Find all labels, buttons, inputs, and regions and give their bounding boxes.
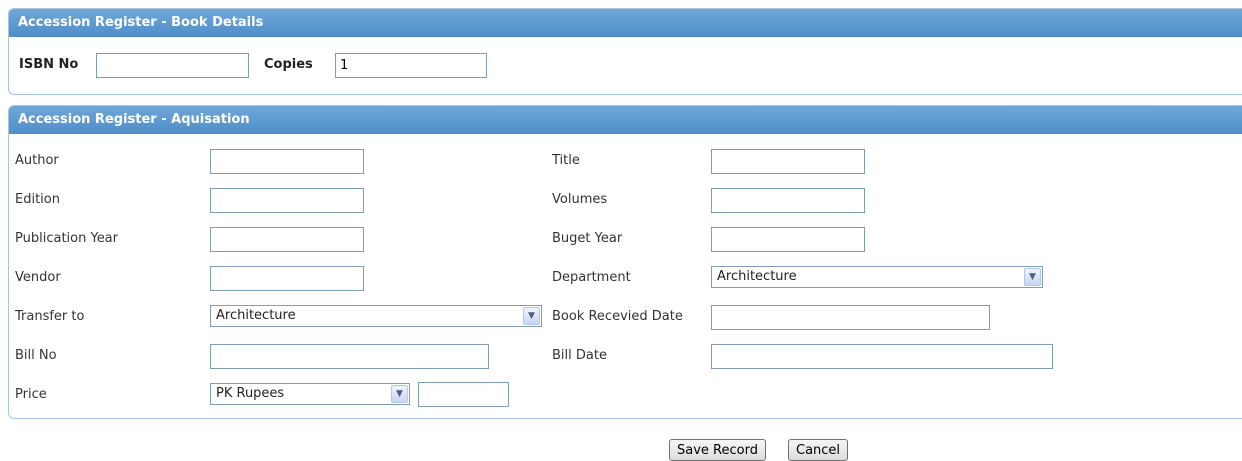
transfer-to-select[interactable]: Architecture ▼ (210, 305, 542, 327)
bill-date-label: Bill Date (552, 348, 607, 363)
book-received-date-label: Book Recevied Date (552, 309, 683, 324)
transfer-to-selected-value: Architecture (216, 308, 296, 323)
budget-year-label: Buget Year (552, 231, 623, 246)
edition-input[interactable] (210, 188, 364, 213)
isbn-label: ISBN No (19, 57, 79, 72)
volumes-input[interactable] (711, 188, 865, 213)
chevron-down-icon[interactable]: ▼ (523, 307, 540, 325)
book-received-date-input[interactable] (711, 305, 990, 330)
edition-label: Edition (15, 192, 60, 207)
price-input[interactable] (418, 382, 509, 407)
department-label: Department (552, 270, 631, 285)
book-details-panel: Accession Register - Book Details (8, 8, 1242, 95)
bill-no-input[interactable] (210, 344, 489, 369)
department-select[interactable]: Architecture ▼ (711, 266, 1043, 288)
save-record-button[interactable]: Save Record (669, 439, 766, 461)
author-input[interactable] (210, 149, 364, 174)
title-input[interactable] (711, 149, 865, 174)
acquisition-header: Accession Register - Aquisation (9, 106, 1242, 134)
price-label: Price (15, 387, 47, 402)
vendor-input[interactable] (210, 266, 364, 291)
budget-year-input[interactable] (711, 227, 865, 252)
acquisition-panel: Accession Register - Aquisation (8, 105, 1242, 419)
volumes-label: Volumes (552, 192, 608, 207)
transfer-to-label: Transfer to (15, 309, 85, 324)
book-details-header: Accession Register - Book Details (9, 9, 1242, 37)
department-selected-value: Architecture (717, 269, 797, 284)
copies-label: Copies (264, 57, 313, 72)
vendor-label: Vendor (15, 270, 61, 285)
author-label: Author (15, 153, 59, 168)
publication-year-input[interactable] (210, 227, 364, 252)
copies-input[interactable] (335, 53, 487, 78)
cancel-button[interactable]: Cancel (788, 439, 849, 461)
chevron-down-icon[interactable]: ▼ (1024, 268, 1041, 286)
title-label: Title (552, 153, 580, 168)
isbn-input[interactable] (96, 53, 249, 78)
currency-selected-value: PK Rupees (216, 386, 285, 401)
bill-no-label: Bill No (15, 348, 57, 363)
publication-year-label: Publication Year (15, 231, 118, 246)
bill-date-input[interactable] (711, 344, 1053, 369)
chevron-down-icon[interactable]: ▼ (391, 385, 408, 403)
currency-select[interactable]: PK Rupees ▼ (210, 383, 410, 405)
